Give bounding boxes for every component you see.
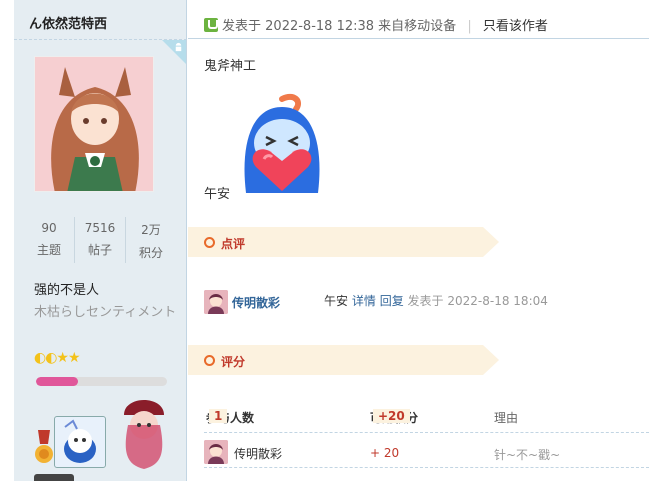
stat-points[interactable]: 2万 积分 [125, 217, 176, 263]
circle-icon [204, 355, 215, 366]
meta-separator: | [467, 19, 472, 34]
heart-sticker-image [238, 93, 326, 197]
user-signature: 木枯らしセンティメント [34, 305, 177, 320]
medal-partial [34, 474, 74, 481]
experience-fill [36, 377, 78, 386]
comment-time-prefix: 发表于 [407, 294, 444, 308]
comment-text: 午安 [324, 294, 349, 308]
stat-label: 主题 [36, 243, 61, 257]
stat-value: 7516 [84, 221, 116, 235]
comment-reply-link[interactable]: 回复 [380, 294, 404, 308]
comment-time: 2022-8-18 18:04 [447, 294, 548, 308]
avatar[interactable] [204, 440, 228, 464]
avatar[interactable] [34, 56, 154, 192]
participants-count: 1 [209, 409, 228, 423]
divider [204, 467, 649, 468]
author-name[interactable]: ん依然范特西 [29, 13, 107, 32]
android-icon [172, 42, 184, 54]
divider [204, 432, 649, 433]
post-time-prefix: 发表于 [222, 19, 262, 34]
author-only-link[interactable]: 只看该作者 [483, 19, 548, 34]
comment-body: 午安 详情 回复 发表于 2022-8-18 18:04 [324, 292, 548, 309]
user-title: 强的不是人 [34, 283, 100, 298]
medal-icon[interactable] [34, 430, 54, 466]
author-sidebar: ん依然范特西 90 主题 7516 帖子 2万 积分 强的不是人 木枯らしセンテ… [14, 0, 187, 481]
stat-label: 积分 [138, 246, 163, 260]
stat-value: 2万 [141, 223, 161, 237]
rating-reason-header: 理由 [494, 411, 519, 425]
post-body-text: 午安 [204, 187, 231, 202]
medal-mascot-icon[interactable] [54, 416, 106, 468]
medal-character-icon[interactable] [114, 395, 174, 469]
rating-row: 传明散彩 + 20 针~不~戳~ [204, 440, 644, 466]
rating-section-header: 评分 [188, 345, 499, 375]
comment-section-header: 点评 [188, 227, 499, 257]
stat-threads[interactable]: 90 主题 [24, 217, 74, 263]
post-device[interactable]: 来自移动设备 [378, 19, 456, 34]
author-header: ん依然范特西 [14, 0, 187, 40]
points-total: +20 [373, 409, 410, 423]
avatar[interactable] [204, 290, 228, 314]
rating-reason: 针~不~戳~ [494, 448, 561, 462]
divider [188, 38, 649, 39]
author-stats: 90 主题 7516 帖子 2万 积分 [24, 217, 176, 263]
post-content: 发表于 2022-8-18 12:38 来自移动设备 | 只看该作者 鬼斧神工 … [188, 0, 649, 481]
user-level-stars: ◐◐★★ [34, 350, 81, 366]
comment-username[interactable]: 传明散彩 [232, 294, 280, 311]
stat-posts[interactable]: 7516 帖子 [74, 217, 125, 263]
comment-section-title: 点评 [221, 237, 246, 251]
online-status-icon [204, 18, 218, 32]
comment-detail-link[interactable]: 详情 [352, 294, 376, 308]
rating-score: + 20 [370, 446, 400, 460]
rating-section-title: 评分 [221, 355, 246, 369]
experience-bar [36, 377, 167, 386]
circle-icon [204, 237, 215, 248]
comment-item: 传明散彩 午安 详情 回复 发表于 2022-8-18 18:04 [204, 290, 644, 316]
post-body-text: 鬼斧神工 [204, 59, 257, 74]
post-meta: 发表于 2022-8-18 12:38 来自移动设备 | 只看该作者 [204, 15, 548, 34]
rating-username[interactable]: 传明散彩 [234, 445, 282, 462]
post-time: 2022-8-18 12:38 [265, 19, 375, 34]
stat-label: 帖子 [87, 243, 112, 257]
stat-value: 90 [41, 221, 57, 235]
